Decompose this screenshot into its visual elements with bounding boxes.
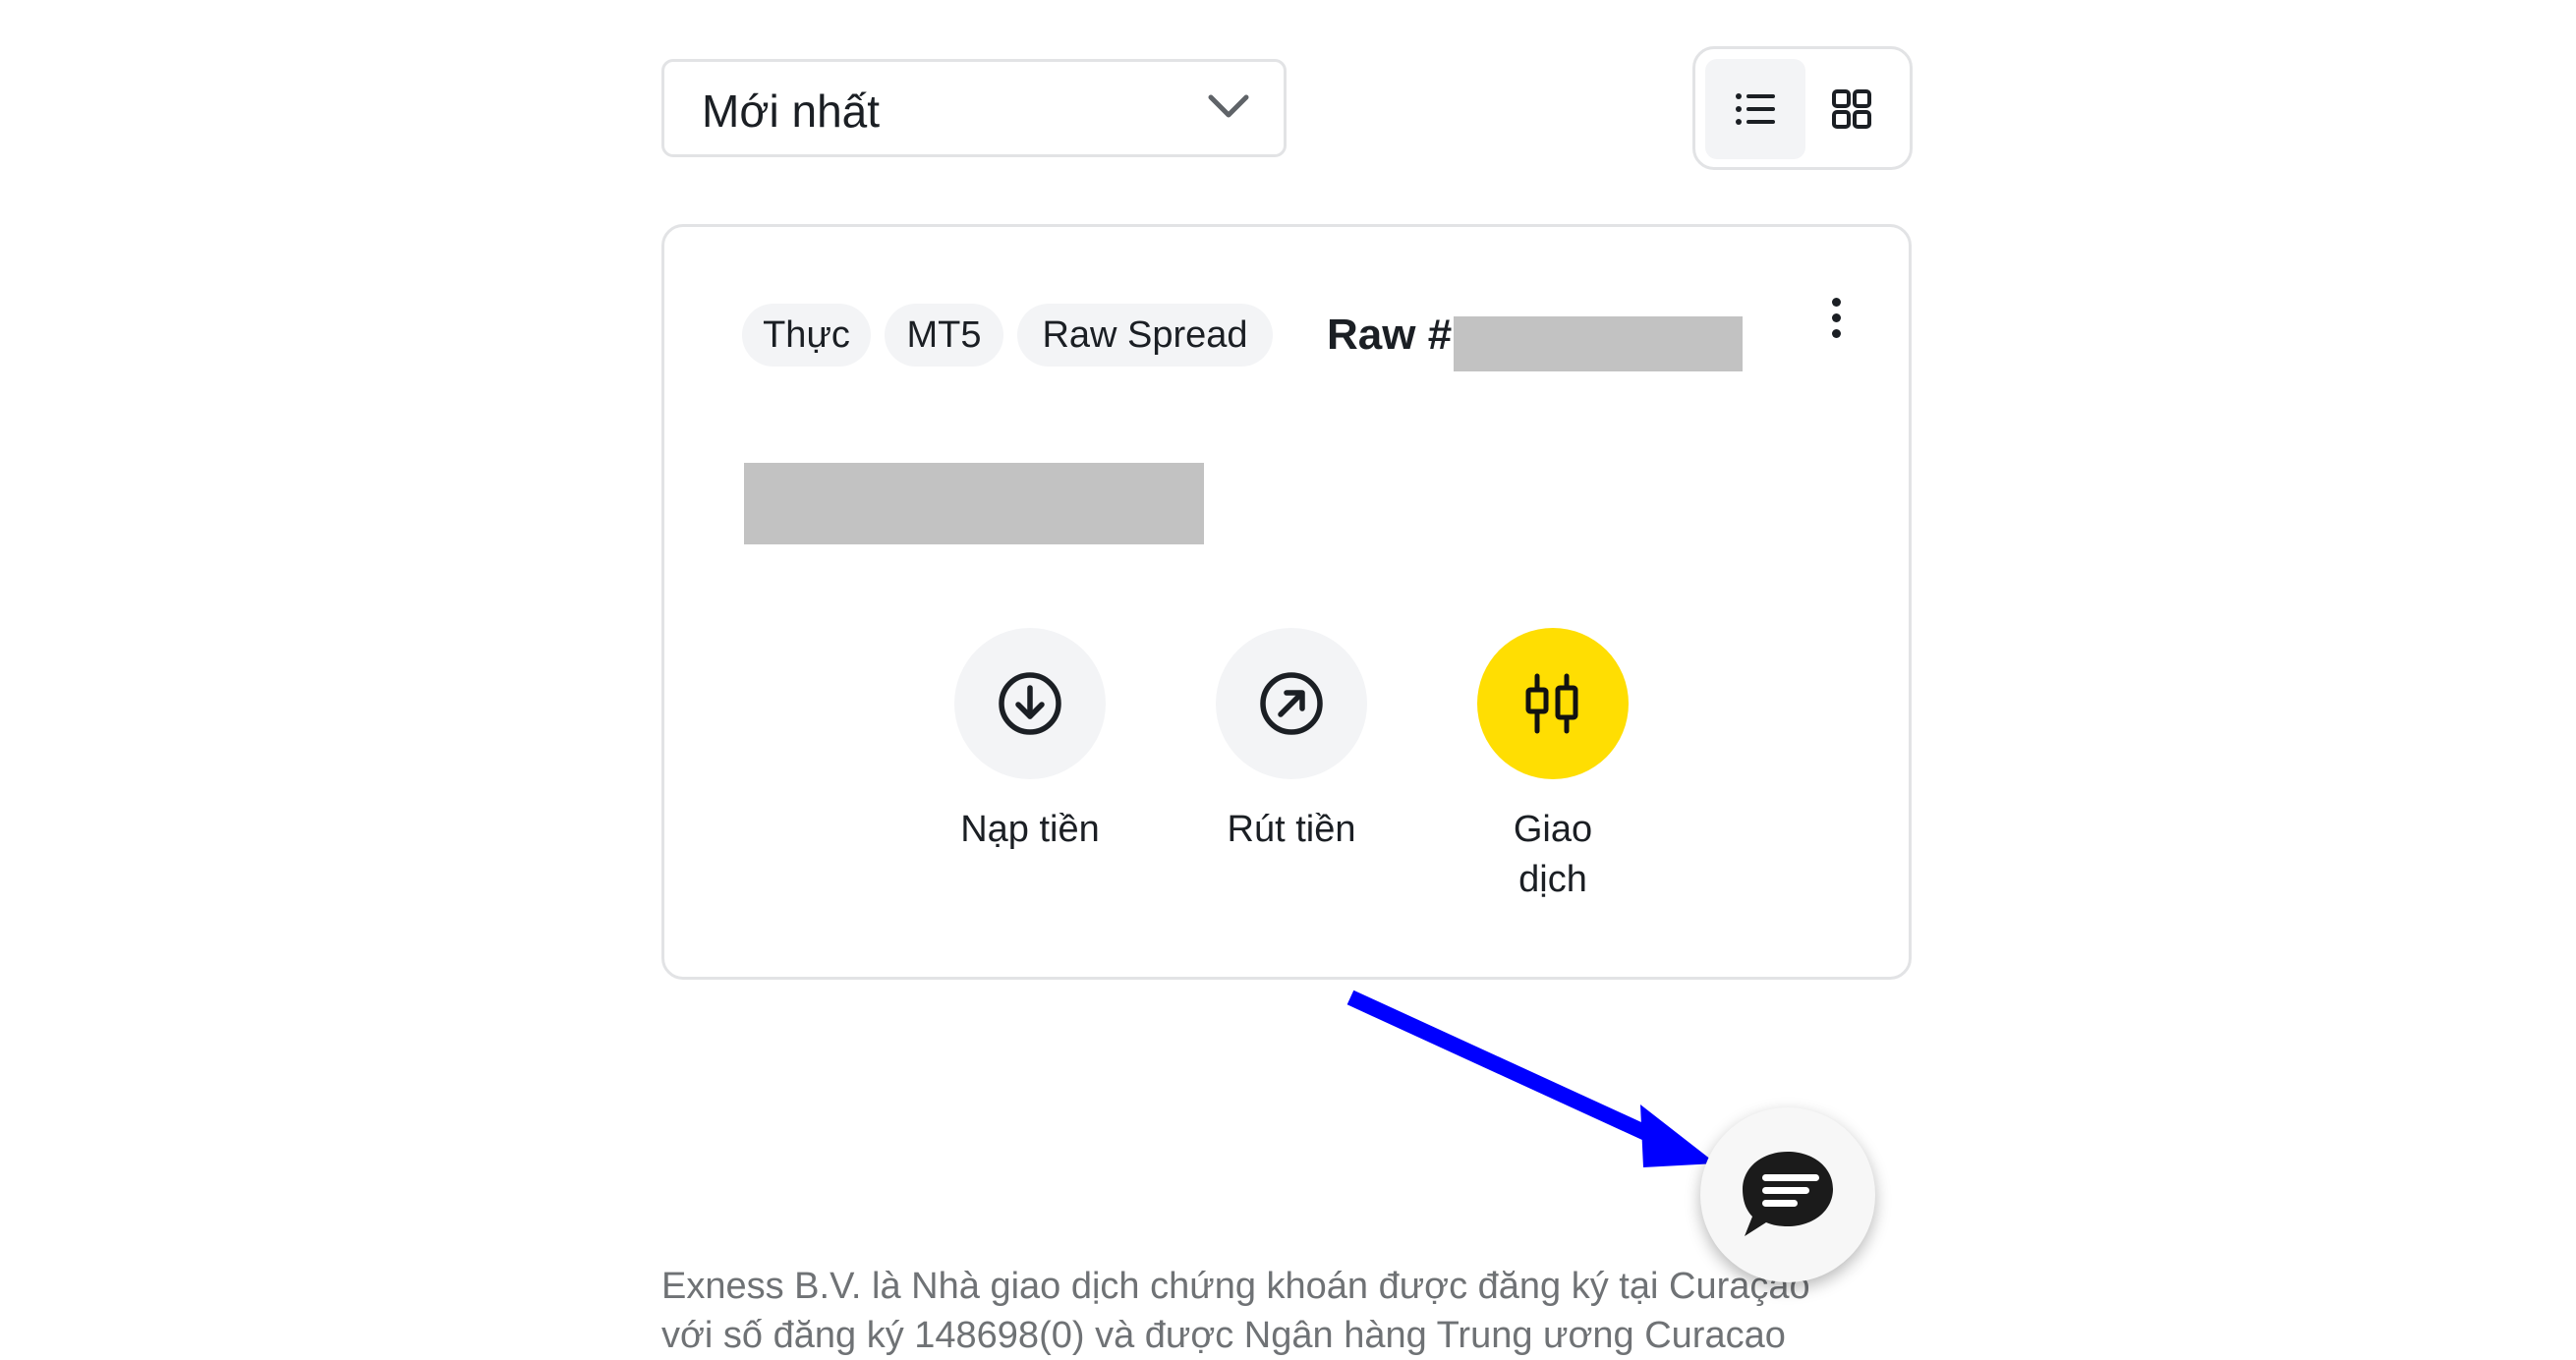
deposit-label: Nạp tiền [960,809,1100,850]
legal-footer: Exness B.V. là Nhà giao dịch chứng khoán… [661,1262,1939,1360]
list-view-icon [1736,93,1775,125]
account-number-redacted [1454,316,1743,371]
legal-footer-line-2: với số đăng ký 148698(0) và được Ngân hà… [661,1315,1786,1356]
trade-candlestick-icon [1525,673,1578,734]
chat-bubble-icon [1743,1152,1833,1236]
view-toggle [1692,46,1913,170]
annotation-arrow-shaft [1346,990,1665,1148]
deposit-button[interactable]: Nạp tiền [932,628,1128,855]
more-vertical-icon-dot [1832,313,1841,322]
account-card: Thực MT5 Raw Spread Raw # Nạp tiền Rút t [661,224,1912,980]
annotation-arrow-head [1640,1105,1716,1167]
tag-account-type: Thực [742,304,871,367]
withdraw-button[interactable]: Rút tiền [1193,628,1390,855]
sort-dropdown[interactable]: Mới nhất [661,59,1287,157]
grid-view-icon [1832,89,1871,129]
sort-selected-value: Mới nhất [702,85,881,137]
more-vertical-icon [1832,298,1841,307]
chevron-down-icon [1208,94,1249,118]
balance-redacted [744,463,1204,544]
chat-button[interactable] [1700,1107,1875,1282]
trade-label: Giao dịch [1513,809,1593,900]
more-vertical-icon-dot [1832,329,1841,338]
account-title: Raw # [1327,311,1453,359]
deposit-arrow-down-circle-icon [999,672,1061,735]
tag-account-kind: Raw Spread [1017,304,1273,367]
deposit-circle [954,628,1106,779]
trade-circle [1477,628,1629,779]
grid-view-button[interactable] [1802,59,1902,159]
withdraw-circle [1216,628,1367,779]
tag-platform: MT5 [885,304,1003,367]
list-view-button[interactable] [1705,59,1805,159]
account-menu-button[interactable] [1816,288,1856,347]
withdraw-arrow-up-right-circle-icon [1260,672,1323,735]
withdraw-label: Rút tiền [1227,809,1356,850]
trade-button[interactable]: Giao dịch [1455,628,1651,905]
